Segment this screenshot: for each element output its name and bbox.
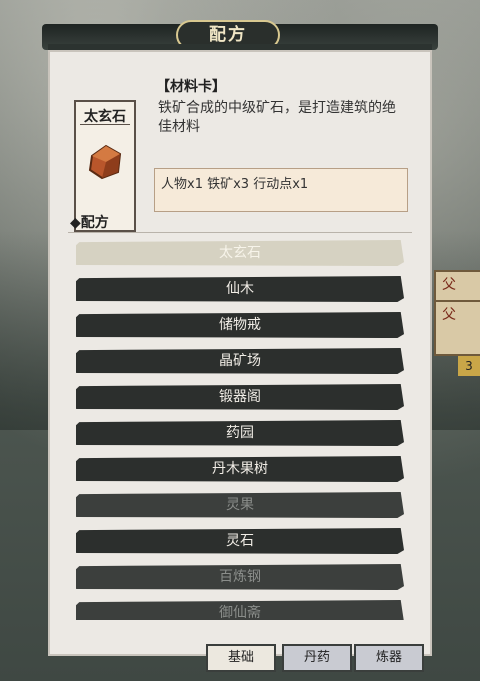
recipe-item[interactable]: 太玄石 (76, 240, 404, 266)
recipe-panel: 太玄石 【材料卡】 铁矿合成的中级矿石，是打造建筑的绝佳材料 人物x1 铁矿x3… (48, 44, 432, 656)
recipe-item[interactable]: 锻器阁 (76, 384, 404, 410)
side-character-card[interactable]: 父 (434, 300, 480, 356)
side-card-label: 父 (442, 307, 456, 323)
item-category: 【材料卡】 (156, 79, 226, 95)
recipe-item[interactable]: 晶矿场 (76, 348, 404, 374)
tab-label: 基础 (227, 650, 254, 665)
item-card-name: 太玄石 (80, 106, 130, 125)
tab-basic[interactable]: 基础 (206, 644, 276, 672)
recipe-item[interactable]: 百炼钢 (76, 564, 404, 590)
recipe-item[interactable]: 药园 (76, 420, 404, 446)
tab-forge[interactable]: 炼器 (354, 644, 424, 672)
recipe-item[interactable]: 灵石 (76, 528, 404, 554)
recipe-item[interactable]: 仙木 (76, 276, 404, 302)
side-card-label: 父 (442, 277, 456, 293)
recipe-item[interactable]: 储物戒 (76, 312, 404, 338)
recipe-item[interactable]: 丹木果树 (76, 456, 404, 482)
recipe-item[interactable]: 御仙斋 (76, 600, 404, 620)
side-count-badge: 3 (458, 356, 480, 376)
recipe-item[interactable]: 灵果 (76, 492, 404, 518)
header: 配方 (42, 14, 438, 56)
recipe-list[interactable]: 太玄石仙木储物戒晶矿场锻器阁药园丹木果树灵果灵石百炼钢御仙斋 (76, 240, 404, 620)
tab-label: 丹药 (303, 650, 330, 665)
cost-box: 人物x1 铁矿x3 行动点x1 (154, 168, 408, 212)
tab-label: 炼器 (375, 650, 402, 665)
ore-icon (88, 144, 122, 180)
tab-elixir[interactable]: 丹药 (282, 644, 352, 672)
item-description: 铁矿合成的中级矿石，是打造建筑的绝佳材料 (158, 100, 396, 135)
page-title: 配方 (209, 25, 247, 45)
cost-text: 人物x1 铁矿x3 行动点x1 (161, 177, 309, 192)
section-divider (68, 232, 412, 233)
recipes-section-label: ◆配方 (70, 215, 109, 231)
